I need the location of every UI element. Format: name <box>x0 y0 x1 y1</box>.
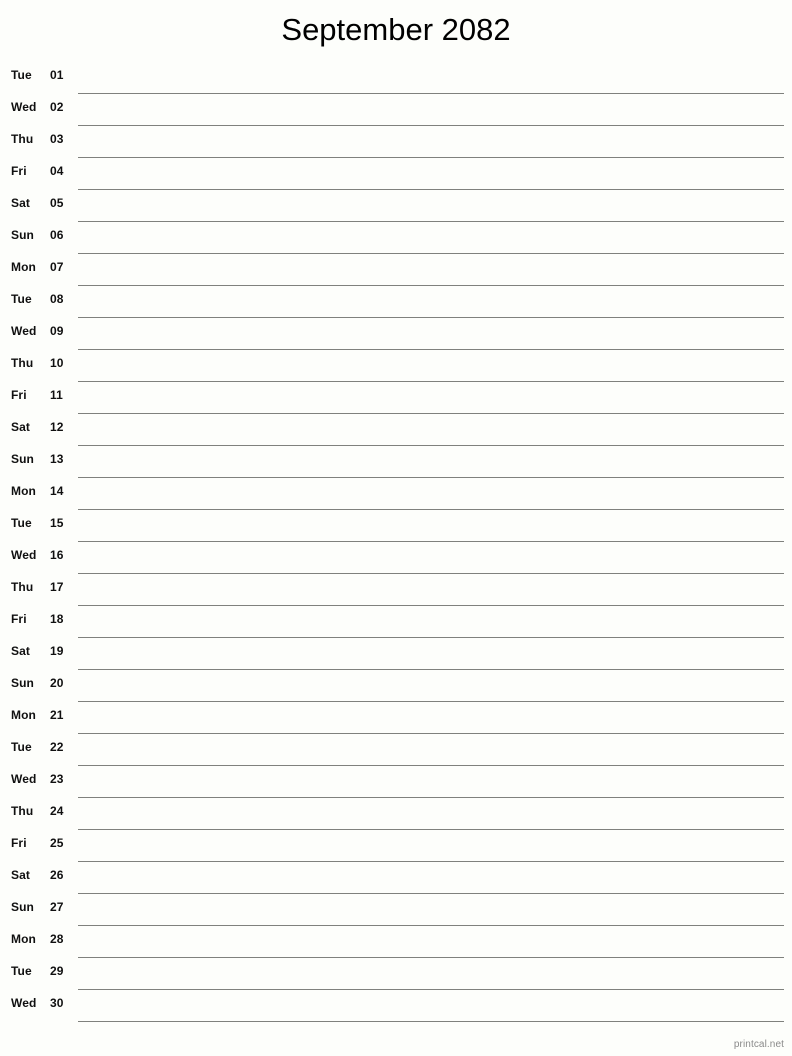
day-number-label: 10 <box>50 356 64 370</box>
day-number-label: 11 <box>50 388 63 402</box>
day-row-list: Tue 01 Wed 02 Thu 03 Fri 04 Sat 05 Sun 06 Mon 07 Tue 08… <box>0 62 792 1022</box>
day-row[interactable]: Wed 23 <box>0 766 792 798</box>
day-row[interactable]: Tue 08 <box>0 286 792 318</box>
day-row[interactable]: Thu 03 <box>0 126 792 158</box>
day-row[interactable]: Wed 09 <box>0 318 792 350</box>
day-number-label: 17 <box>50 580 64 594</box>
day-number-label: 02 <box>50 100 64 114</box>
day-name-label: Thu <box>11 132 34 146</box>
day-row[interactable]: Thu 24 <box>0 798 792 830</box>
day-name-label: Mon <box>11 708 36 722</box>
day-number-label: 28 <box>50 932 64 946</box>
day-number-label: 01 <box>50 68 64 82</box>
day-name-label: Mon <box>11 484 36 498</box>
day-number-label: 16 <box>50 548 64 562</box>
day-number-label: 22 <box>50 740 64 754</box>
day-name-label: Fri <box>11 388 27 402</box>
day-row[interactable]: Fri 04 <box>0 158 792 190</box>
day-number-label: 24 <box>50 804 64 818</box>
day-number-label: 12 <box>50 420 64 434</box>
day-row[interactable]: Mon 14 <box>0 478 792 510</box>
day-row[interactable]: Fri 25 <box>0 830 792 862</box>
day-number-label: 29 <box>50 964 64 978</box>
day-row[interactable]: Mon 07 <box>0 254 792 286</box>
day-name-label: Sat <box>11 196 30 210</box>
day-note-line[interactable] <box>78 1021 784 1022</box>
day-number-label: 09 <box>50 324 64 338</box>
day-name-label: Tue <box>11 740 32 754</box>
day-name-label: Fri <box>11 612 27 626</box>
page-title: September 2082 <box>281 12 511 47</box>
day-name-label: Sun <box>11 452 34 466</box>
day-name-label: Sat <box>11 644 30 658</box>
day-name-label: Fri <box>11 836 27 850</box>
day-row[interactable]: Wed 16 <box>0 542 792 574</box>
day-row[interactable]: Thu 17 <box>0 574 792 606</box>
day-name-label: Thu <box>11 580 34 594</box>
day-row[interactable]: Sat 05 <box>0 190 792 222</box>
day-row[interactable]: Tue 01 <box>0 62 792 94</box>
day-row[interactable]: Tue 22 <box>0 734 792 766</box>
day-row[interactable]: Fri 18 <box>0 606 792 638</box>
day-name-label: Tue <box>11 292 32 306</box>
day-name-label: Fri <box>11 164 27 178</box>
day-name-label: Mon <box>11 932 36 946</box>
day-row[interactable]: Sat 26 <box>0 862 792 894</box>
day-name-label: Wed <box>11 100 37 114</box>
day-number-label: 08 <box>50 292 64 306</box>
day-name-label: Sun <box>11 900 34 914</box>
day-number-label: 13 <box>50 452 64 466</box>
day-row[interactable]: Mon 28 <box>0 926 792 958</box>
day-number-label: 18 <box>50 612 64 626</box>
day-number-label: 15 <box>50 516 64 530</box>
day-number-label: 05 <box>50 196 64 210</box>
day-number-label: 26 <box>50 868 64 882</box>
day-row[interactable]: Wed 30 <box>0 990 792 1022</box>
day-number-label: 27 <box>50 900 64 914</box>
day-name-label: Sat <box>11 868 30 882</box>
day-row[interactable]: Sun 06 <box>0 222 792 254</box>
calendar-page: September 2082 Tue 01 Wed 02 Thu 03 Fri 04 Sat 05… <box>0 0 792 1056</box>
day-number-label: 14 <box>50 484 64 498</box>
day-name-label: Wed <box>11 772 37 786</box>
day-name-label: Sun <box>11 676 34 690</box>
day-number-label: 21 <box>50 708 64 722</box>
day-number-label: 03 <box>50 132 64 146</box>
day-name-label: Mon <box>11 260 36 274</box>
day-row[interactable]: Tue 15 <box>0 510 792 542</box>
day-row[interactable]: Wed 02 <box>0 94 792 126</box>
day-row[interactable]: Tue 29 <box>0 958 792 990</box>
day-row[interactable]: Sun 20 <box>0 670 792 702</box>
day-name-label: Sat <box>11 420 30 434</box>
day-number-label: 04 <box>50 164 64 178</box>
day-number-label: 19 <box>50 644 64 658</box>
day-name-label: Wed <box>11 324 37 338</box>
day-name-label: Tue <box>11 68 32 82</box>
day-row[interactable]: Mon 21 <box>0 702 792 734</box>
day-number-label: 07 <box>50 260 64 274</box>
day-name-label: Sun <box>11 228 34 242</box>
day-number-label: 20 <box>50 676 64 690</box>
day-name-label: Thu <box>11 804 34 818</box>
day-name-label: Tue <box>11 516 32 530</box>
day-name-label: Thu <box>11 356 34 370</box>
footer-attribution: printcal.net <box>733 1039 784 1050</box>
day-row[interactable]: Sun 27 <box>0 894 792 926</box>
day-name-label: Wed <box>11 996 37 1010</box>
day-name-label: Wed <box>11 548 37 562</box>
day-row[interactable]: Thu 10 <box>0 350 792 382</box>
day-row[interactable]: Sun 13 <box>0 446 792 478</box>
day-name-label: Tue <box>11 964 32 978</box>
day-number-label: 06 <box>50 228 64 242</box>
day-number-label: 30 <box>50 996 64 1010</box>
day-number-label: 25 <box>50 836 64 850</box>
day-row[interactable]: Fri 11 <box>0 382 792 414</box>
day-row[interactable]: Sat 12 <box>0 414 792 446</box>
day-row[interactable]: Sat 19 <box>0 638 792 670</box>
day-number-label: 23 <box>50 772 64 786</box>
